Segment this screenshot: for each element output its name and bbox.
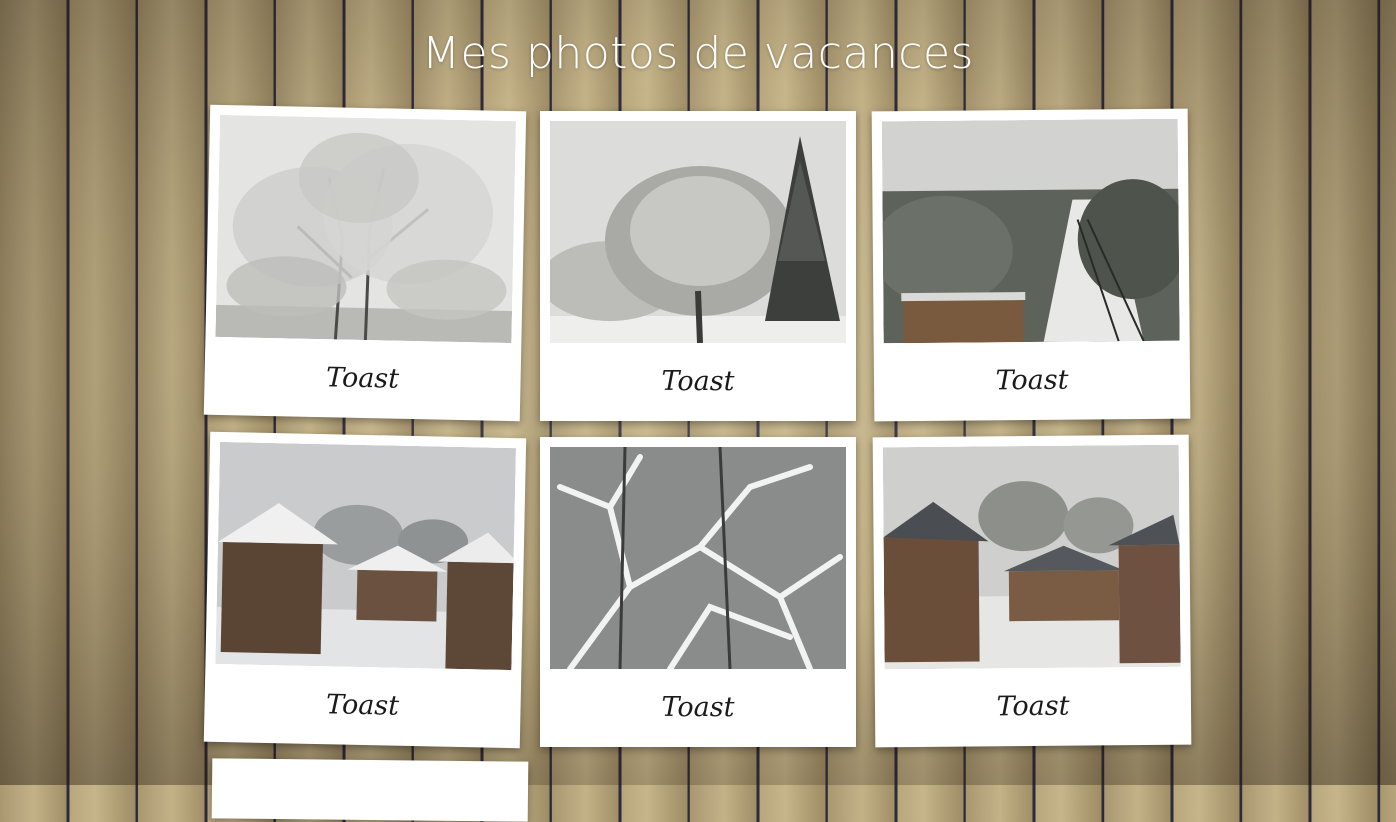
photo-card[interactable]: Toast: [872, 434, 1192, 748]
photo-card[interactable]: Toast: [203, 431, 527, 749]
photo-caption: Toast: [661, 692, 735, 723]
photo-card[interactable]: Toast: [540, 111, 856, 421]
photo-caption: Toast: [325, 689, 400, 722]
page-title: Mes photos de vacances: [422, 28, 974, 79]
photo-snowy-chalets[interactable]: [882, 444, 1181, 670]
photo-frosted-tree-and-fir[interactable]: [550, 121, 846, 343]
photo-snowy-chalets-fog[interactable]: [215, 441, 517, 671]
photo-frosted-tree[interactable]: [215, 114, 517, 344]
photo-caption: Toast: [325, 362, 400, 395]
photo-caption: Toast: [996, 690, 1070, 723]
photo-card[interactable]: Toast: [871, 108, 1191, 422]
photo-ski-slope-lift[interactable]: [881, 118, 1180, 344]
photo-card[interactable]: Toast: [540, 437, 856, 747]
photo-snow-branches[interactable]: [550, 447, 846, 669]
photo-card-partial[interactable]: [211, 758, 529, 822]
photo-card[interactable]: Toast: [203, 104, 527, 422]
photo-caption: Toast: [995, 364, 1069, 397]
photo-caption: Toast: [661, 366, 735, 397]
